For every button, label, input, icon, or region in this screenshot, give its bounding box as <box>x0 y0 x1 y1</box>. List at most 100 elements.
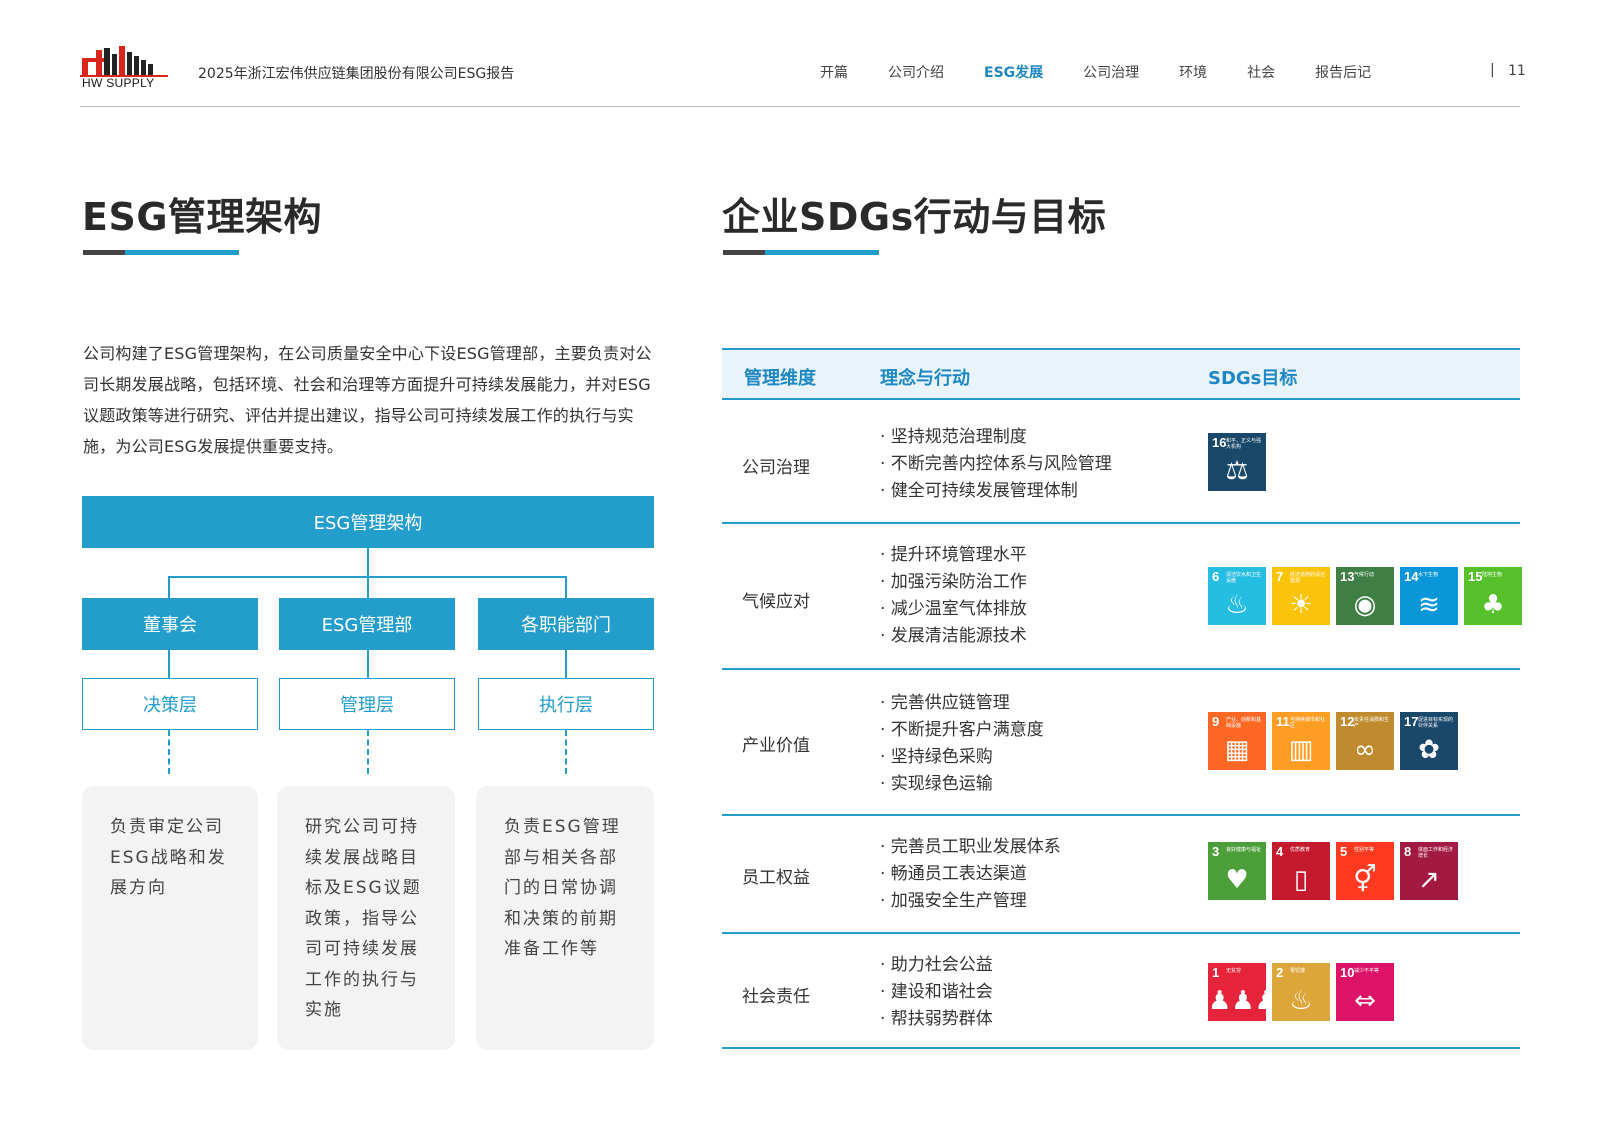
nav-separator: | <box>1490 62 1495 78</box>
action-item: · 建设和谐社会 <box>880 982 993 1002</box>
eye-globe-icon: ◉ <box>1353 590 1377 620</box>
sdg-label: 经济适用的清洁能源 <box>1290 572 1326 584</box>
sdg-number: 6 <box>1212 569 1220 584</box>
nav-item-company-intro[interactable]: 公司介绍 <box>888 62 944 82</box>
sdg-number: 17 <box>1404 714 1419 729</box>
sdg-number: 9 <box>1212 714 1220 729</box>
sdg-number: 3 <box>1212 844 1220 859</box>
cubes-icon: ▦ <box>1224 735 1250 765</box>
nav-item-governance[interactable]: 公司治理 <box>1083 62 1139 82</box>
org-connector <box>367 650 369 678</box>
book-icon: ▯ <box>1293 865 1309 895</box>
sdg-13-tile: 13 气候行动 ◉ <box>1336 567 1394 625</box>
table-header-rule <box>722 398 1520 400</box>
org-layer-management: 管理层 <box>279 678 455 730</box>
row-divider <box>722 814 1520 816</box>
sun-icon: ☀ <box>1289 590 1313 620</box>
row-actions: · 提升环境管理水平 · 加强污染防治工作 · 减少温室气体排放 · 发展清洁能源技术 <box>880 542 1027 650</box>
org-connector <box>565 576 567 598</box>
org-desc-functional-depts: 负责ESG管理部与相关各部门的日常协调和决策的前期准备工作等 <box>476 786 654 1050</box>
col-header-actions: 理念与行动 <box>880 368 970 389</box>
intro-paragraph: 公司构建了ESG管理架构，在公司质量安全中心下设ESG管理部，主要负责对公司长期… <box>83 344 652 456</box>
sdg-12-tile: 12 负责任消费和生产 ∞ <box>1336 712 1394 770</box>
row-dimension: 产业价值 <box>742 736 810 756</box>
action-item: · 提升环境管理水平 <box>880 545 1027 565</box>
org-layer-execution: 执行层 <box>478 678 654 730</box>
org-desc-esg-dept: 研究公司可持续发展战略目标及ESG议题政策，指导公司可持续发展工作的执行与实施 <box>277 786 455 1050</box>
row-dimension: 气候应对 <box>742 592 810 612</box>
fish-icon: ≋ <box>1418 590 1440 620</box>
action-item: · 坚持规范治理制度 <box>880 427 1027 447</box>
action-item: · 健全可持续发展管理体制 <box>880 481 1078 501</box>
nav-item-environment[interactable]: 环境 <box>1179 62 1207 82</box>
sdgs-title: 企业SDGs行动与目标 <box>722 195 1107 239</box>
row-actions: · 助力社会公益 · 建设和谐社会 · 帮扶弱势群体 <box>880 952 993 1033</box>
org-branch-esg-dept: ESG管理部 <box>279 598 455 650</box>
nav-item-opening[interactable]: 开篇 <box>820 62 848 82</box>
sdg-label: 负责任消费和生产 <box>1354 717 1390 729</box>
action-item: · 完善供应链管理 <box>880 693 1010 713</box>
sdg-9-tile: 9 产业、创新和基础设施 ▦ <box>1208 712 1266 770</box>
sdg-4-tile: 4 优质教育 ▯ <box>1272 842 1330 900</box>
sdg-number: 13 <box>1340 569 1355 584</box>
gender-icon: ⚥ <box>1353 865 1377 895</box>
row-divider <box>722 668 1520 670</box>
dove-icon: ⚖ <box>1225 456 1249 486</box>
table-bottom-rule <box>722 1047 1520 1049</box>
action-item: · 加强安全生产管理 <box>880 891 1027 911</box>
sdg-11-tile: 11 可持续城市和社区 ▥ <box>1272 712 1330 770</box>
row-sdg-icons: 6 清洁饮水和卫生设施 ♨ 7 经济适用的清洁能源 ☀ 13 气候行动 ◉ 14 水下生物 ≋ 15 陆地… <box>1208 567 1528 625</box>
sdg-label: 陆地生物 <box>1482 572 1503 578</box>
org-dashed-connector <box>565 730 567 774</box>
sdg-number: 4 <box>1276 844 1284 859</box>
nav-item-esg-development[interactable]: ESG发展 <box>984 62 1043 82</box>
row-sdg-icons: 16 和平、正义与强大机构 ⚖ <box>1208 433 1272 491</box>
org-dashed-connector <box>367 730 369 774</box>
row-actions: · 坚持规范治理制度 · 不断完善内控体系与风险管理 · 健全可持续发展管理体制 <box>880 424 1112 505</box>
page-number: 11 <box>1508 63 1526 79</box>
action-item: · 完善员工职业发展体系 <box>880 837 1061 857</box>
action-item: · 加强污染防治工作 <box>880 572 1027 592</box>
sdg-label: 气候行动 <box>1354 572 1375 578</box>
nav-item-afterword[interactable]: 报告后记 <box>1315 62 1371 82</box>
sdg-label: 性别平等 <box>1354 847 1375 853</box>
nav-item-society[interactable]: 社会 <box>1247 62 1275 82</box>
sdg-label: 可持续城市和社区 <box>1290 717 1326 729</box>
growth-chart-icon: ↗ <box>1418 865 1440 895</box>
top-nav: 开篇 公司介绍 ESG发展 公司治理 环境 社会 报告后记 <box>820 62 1411 82</box>
row-dimension: 员工权益 <box>742 868 810 888</box>
sdg-number: 14 <box>1404 569 1419 584</box>
sdg-label: 体面工作和经济增长 <box>1418 847 1454 859</box>
org-root-box: ESG管理架构 <box>82 496 654 548</box>
infinity-icon: ∞ <box>1354 735 1376 765</box>
equality-icon: ⇔ <box>1354 986 1376 1016</box>
org-branch-functional-depts: 各职能部门 <box>478 598 654 650</box>
col-header-sdgs: SDGs目标 <box>1208 368 1298 389</box>
sdg-label: 减少不平等 <box>1354 968 1380 974</box>
sdg-number: 10 <box>1340 965 1355 980</box>
family-icon: ♟♟♟ <box>1208 986 1266 1016</box>
report-title: 2025年浙江宏伟供应链集团股份有限公司ESG报告 <box>198 66 515 82</box>
sdg-label: 清洁饮水和卫生设施 <box>1226 572 1262 584</box>
action-item: · 助力社会公益 <box>880 955 993 975</box>
org-desc-board: 负责审定公司ESG战略和发展方向 <box>82 786 258 1050</box>
sdg-17-tile: 17 促进目标实现的伙伴关系 ✿ <box>1400 712 1458 770</box>
sdg-5-tile: 5 性别平等 ⚥ <box>1336 842 1394 900</box>
tree-icon: ♣ <box>1481 590 1505 620</box>
org-connector <box>168 576 170 598</box>
org-connector <box>168 650 170 678</box>
action-item: · 减少温室气体排放 <box>880 599 1027 619</box>
sdg-7-tile: 7 经济适用的清洁能源 ☀ <box>1272 567 1330 625</box>
sdg-3-tile: 3 良好健康与福祉 ♥ <box>1208 842 1266 900</box>
sdg-2-tile: 2 零饥饿 ♨ <box>1272 963 1330 1021</box>
sdg-number: 1 <box>1212 965 1220 980</box>
sdg-label: 良好健康与福祉 <box>1226 847 1262 853</box>
sdg-number: 8 <box>1404 844 1412 859</box>
sdg-label: 无贫穷 <box>1226 968 1242 974</box>
table-header <box>722 350 1520 398</box>
row-dimension: 社会责任 <box>742 987 810 1007</box>
sdg-8-tile: 8 体面工作和经济增长 ↗ <box>1400 842 1458 900</box>
row-sdg-icons: 1 无贫穷 ♟♟♟ 2 零饥饿 ♨ 10减少不平等 ⇔ <box>1208 963 1400 1021</box>
row-sdg-icons: 9 产业、创新和基础设施 ▦ 11 可持续城市和社区 ▥ 12 负责任消费和生产 ∞ 17 促进目标… <box>1208 712 1464 770</box>
flower-icon: ✿ <box>1418 735 1440 765</box>
